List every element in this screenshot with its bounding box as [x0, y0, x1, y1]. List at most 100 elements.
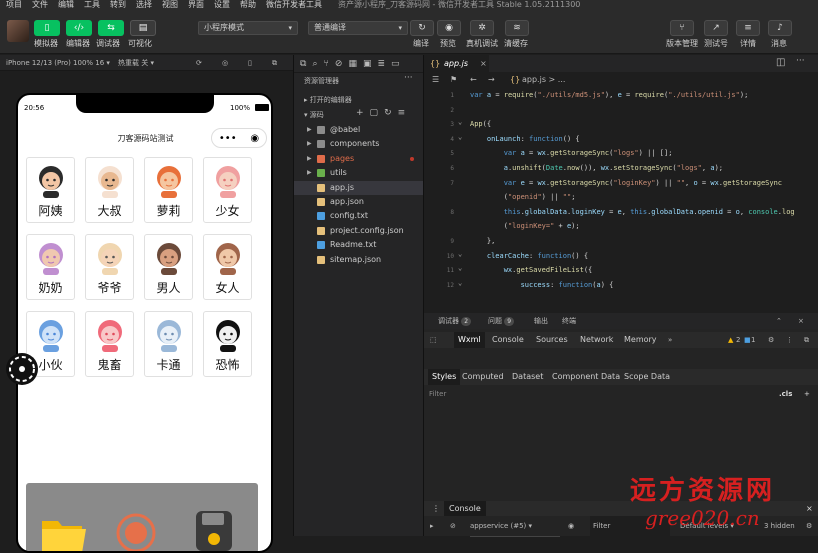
list-icon[interactable]: ☰ [432, 72, 439, 88]
forward-arrow-icon[interactable]: → [488, 72, 495, 88]
close-icon[interactable]: × [798, 313, 804, 329]
menu-item[interactable]: 选择 [136, 0, 152, 10]
details-button[interactable]: ≡ [736, 20, 760, 36]
clear-cache-button[interactable]: ≋ [505, 20, 529, 36]
style-tab[interactable]: Computed [462, 369, 504, 385]
devtools-tab[interactable]: Memory [624, 332, 657, 348]
menu-item[interactable]: 界面 [188, 0, 204, 10]
context-select[interactable]: appservice (#5) ▾ [470, 516, 560, 537]
menu-item[interactable]: 设置 [214, 0, 230, 10]
new-file-icon[interactable]: + [356, 108, 370, 118]
version-button[interactable]: ⑂ [670, 20, 694, 36]
devtools-tab[interactable]: Sources [536, 332, 568, 348]
copy-icon[interactable]: ⧉ [300, 59, 306, 69]
avatar-card[interactable]: 恐怖 [203, 311, 252, 377]
preview-button[interactable]: ◉ [437, 20, 461, 36]
close-circle-icon[interactable]: ◉ [250, 133, 259, 144]
menu-item[interactable]: 项目 [6, 0, 22, 10]
style-tab[interactable]: Dataset [512, 369, 543, 385]
editor-toggle-button[interactable]: ‹/› [66, 20, 92, 36]
tab-app-js[interactable]: {} app.js × [424, 55, 489, 72]
fold-icon[interactable]: ⌄ [458, 118, 462, 126]
cls-toggle[interactable]: .cls [779, 385, 792, 403]
avatar-card[interactable]: 鬼畜 [85, 311, 134, 377]
avatar-card[interactable]: 爷爷 [85, 234, 134, 300]
fold-icon[interactable]: ⌄ [458, 264, 462, 272]
menu-item[interactable]: 转到 [110, 0, 126, 10]
open-editors-section[interactable]: ▸ 打开的编辑器 [304, 95, 352, 105]
avatar-card[interactable]: 女人 [203, 234, 252, 300]
menu-item[interactable]: 编辑 [58, 0, 74, 10]
close-icon[interactable]: × [480, 55, 487, 72]
compile-select[interactable]: 普通编译 ▾ [308, 21, 408, 35]
style-tab[interactable]: Scope Data [624, 369, 670, 385]
tree-item[interactable]: ▶ components [294, 137, 424, 151]
capsule-menu[interactable]: ••• ◉ [211, 128, 267, 148]
layout-icon[interactable]: ▭ [391, 59, 400, 69]
code-area[interactable]: 1 var a = require("./utils/md5.js"), e = … [424, 89, 818, 313]
menu-item[interactable]: 工具 [84, 0, 100, 10]
tree-item[interactable]: ▶ pages [294, 152, 424, 166]
menu-item[interactable]: 视图 [162, 0, 178, 10]
back-arrow-icon[interactable]: ← [470, 72, 477, 88]
more-vertical-icon[interactable]: ⋮ [786, 332, 793, 348]
simulator-toggle-button[interactable]: ▯ [34, 20, 60, 36]
tree-item[interactable]: app.js [294, 180, 424, 195]
tab-debugger[interactable]: 调试器 2 [438, 313, 472, 329]
menu-item[interactable]: 帮助 [240, 0, 256, 10]
search-icon[interactable]: ⌕ [312, 59, 317, 69]
style-tab[interactable]: Component Data [552, 369, 620, 385]
more-icon[interactable]: ··· [796, 56, 805, 66]
folder-icon[interactable] [38, 513, 90, 553]
hot-reload-select[interactable]: 热重载 关 ▾ [118, 55, 154, 71]
inspect-icon[interactable]: ⬚ [430, 332, 437, 348]
tree-item[interactable]: ▶ @babel [294, 123, 424, 137]
debugger-toggle-button[interactable]: ⇆ [98, 20, 124, 36]
style-tab[interactable]: Styles [428, 369, 461, 385]
chevron-up-icon[interactable]: ⌃ [776, 313, 782, 329]
branch-icon[interactable]: ⑂ [323, 59, 328, 69]
eye-icon[interactable]: ◉ [568, 516, 574, 536]
gear-icon[interactable]: ⚙ [806, 516, 812, 536]
fold-icon[interactable]: ⌄ [458, 133, 462, 141]
extensions-icon[interactable]: ▦ [348, 59, 357, 69]
messages-button[interactable]: ♪ [768, 20, 792, 36]
avatar-card[interactable]: 男人 [144, 234, 193, 300]
tab-terminal[interactable]: 终端 [562, 313, 576, 329]
compile-button[interactable]: ↻ [410, 20, 434, 36]
debug-icon[interactable]: ⊘ [335, 59, 343, 69]
chevron-right-icon[interactable]: ▶ [307, 152, 312, 166]
save-icon[interactable] [192, 509, 236, 553]
more-icon[interactable]: ••• [219, 133, 237, 144]
tab-output[interactable]: 输出 [534, 313, 548, 329]
tree-item[interactable]: project.config.json [294, 224, 424, 238]
rotate-icon[interactable]: ⟳ [196, 55, 202, 71]
collapse-icon[interactable]: ≡ [398, 108, 412, 118]
bookmark-icon[interactable]: ⚑ [450, 72, 457, 88]
new-folder-icon[interactable]: ▢ [370, 108, 385, 118]
user-circle-icon[interactable] [116, 511, 156, 553]
more-tabs-icon[interactable]: » [668, 332, 672, 348]
devtools-tab[interactable]: Wxml [454, 332, 485, 348]
devtools-tab[interactable]: Console [492, 332, 524, 348]
tree-item[interactable]: config.txt [294, 209, 424, 223]
clear-console-icon[interactable]: ⊘ [450, 516, 456, 536]
remote-debug-button[interactable]: ✲ [470, 20, 494, 36]
avatar-card[interactable]: 大叔 [85, 157, 134, 223]
avatar-card[interactable]: 萝莉 [144, 157, 193, 223]
more-vertical-icon[interactable]: ⋮ [432, 501, 440, 516]
tree-item[interactable]: Readme.txt [294, 238, 424, 252]
grid-icon[interactable]: ▣ [363, 59, 372, 69]
avatar-card[interactable]: 卡通 [144, 311, 193, 377]
tree-item[interactable]: ▶ utils [294, 166, 424, 180]
test-account-button[interactable]: ↗ [704, 20, 728, 36]
styles-filter-input[interactable]: Filter [429, 390, 446, 398]
tree-item[interactable]: app.json [294, 195, 424, 209]
dock-icon[interactable]: ⧉ [804, 332, 809, 348]
device-select[interactable]: iPhone 12/13 (Pro) 100% 16 ▾ [6, 55, 110, 71]
menu-item[interactable]: 微信开发者工具 [266, 0, 322, 10]
add-style-button[interactable]: + [804, 385, 810, 403]
stack-icon[interactable]: ≣ [377, 59, 385, 69]
fold-icon[interactable]: ⌄ [458, 250, 462, 258]
floating-disc-icon[interactable] [6, 353, 38, 385]
